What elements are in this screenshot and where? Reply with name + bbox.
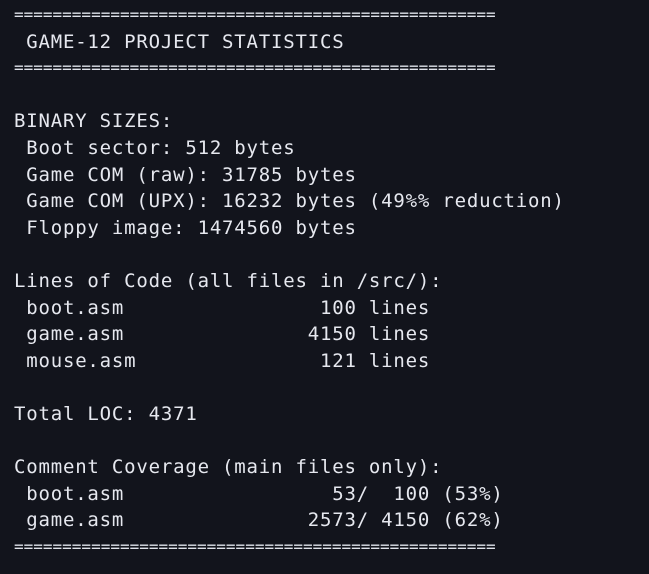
binary-sizes-heading: BINARY SIZES: (14, 110, 174, 133)
separator-line: ========================================… (14, 5, 496, 24)
loc-heading: Lines of Code (all files in /src/): (14, 269, 443, 292)
comment-coverage-heading: Comment Coverage (main files only): (14, 456, 443, 479)
game-com-raw-size: Game COM (raw): 31785 bytes (14, 163, 357, 186)
report-title: GAME-12 PROJECT STATISTICS (14, 30, 345, 53)
loc-row-mouse: mouse.asm 121 lines (14, 349, 431, 372)
total-loc: Total LOC: 4371 (14, 402, 198, 425)
separator-line: ========================================… (14, 58, 496, 78)
terminal-output: ========================================… (0, 0, 649, 574)
coverage-row-game: game.asm 2573/ 4150 (62%) (14, 509, 504, 532)
loc-row-game: game.asm 4150 lines (14, 323, 431, 346)
boot-sector-size: Boot sector: 512 bytes (14, 136, 296, 159)
floppy-image-size: Floppy image: 1474560 bytes (14, 216, 357, 239)
coverage-row-boot: boot.asm 53/ 100 (53%) (14, 482, 504, 505)
separator-line: ========================================… (14, 536, 496, 556)
game-com-upx-size: Game COM (UPX): 16232 bytes (49%% reduct… (14, 190, 565, 213)
loc-row-boot: boot.asm 100 lines (14, 296, 431, 319)
